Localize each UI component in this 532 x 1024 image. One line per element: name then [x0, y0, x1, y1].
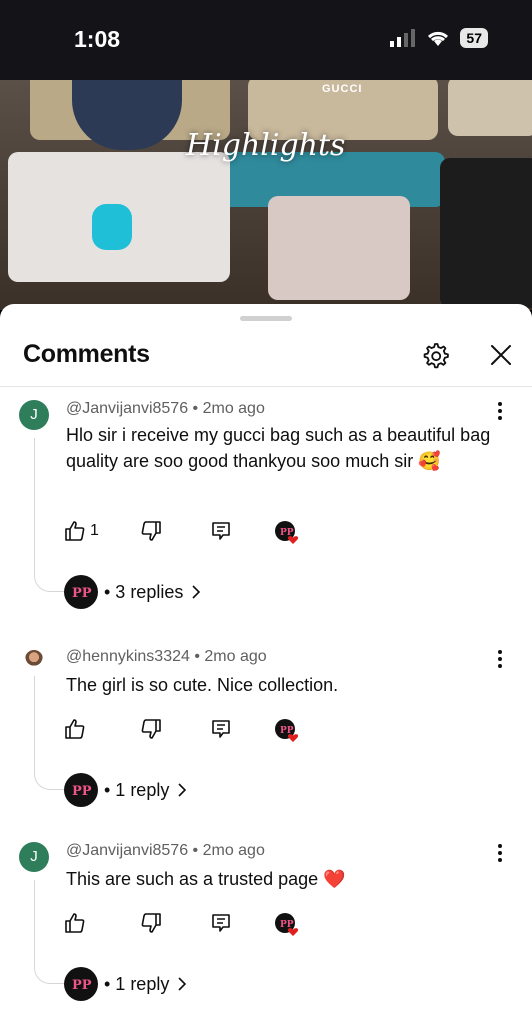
reply-icon — [212, 522, 230, 540]
thumbs-down-icon — [141, 521, 161, 541]
comment-meta[interactable]: @Janvijanvi8576 • 2mo ago — [66, 842, 265, 860]
gucci-label: GUCCI — [322, 83, 363, 95]
status-time: 1:08 — [74, 26, 121, 52]
settings-button[interactable] — [420, 340, 450, 370]
close-icon — [491, 345, 511, 365]
thread-curve — [34, 570, 64, 592]
thread-curve — [34, 962, 64, 984]
comments-sheet: Comments J @Janvijanvi8576 • 2mo ago Hlo… — [0, 304, 532, 1024]
like-button[interactable] — [64, 910, 86, 936]
reply-icon — [212, 720, 230, 738]
more-vert-icon[interactable] — [494, 844, 506, 864]
creator-heart-icon: PP — [275, 719, 299, 742]
bag-image-7 — [268, 196, 410, 300]
chevron-right-icon — [192, 585, 201, 599]
reply-button[interactable] — [210, 716, 232, 742]
reply-button[interactable] — [210, 910, 232, 936]
creator-heart-icon: PP — [275, 913, 299, 936]
creator-avatar: PP — [64, 967, 98, 1001]
status-bar: 1:08 57 — [0, 0, 532, 80]
thumbs-up-icon — [65, 521, 85, 541]
battery-indicator: 57 — [460, 28, 488, 48]
chevron-right-icon — [178, 977, 187, 991]
chevron-right-icon — [178, 783, 187, 797]
view-replies-button[interactable]: PP • 1 reply — [64, 966, 187, 1002]
reply-button[interactable] — [210, 518, 232, 544]
view-replies-button[interactable]: PP • 3 replies — [64, 574, 201, 610]
comment-text: Hlo sir i receive my gucci bag such as a… — [66, 425, 491, 471]
bag-charm — [92, 204, 132, 250]
like-count: 1 — [90, 522, 99, 539]
video-title: Highlights — [186, 128, 346, 163]
header-divider — [0, 386, 532, 387]
thumbs-up-icon — [65, 913, 85, 933]
creator-logo-icon: PP — [72, 784, 92, 799]
more-vert-icon[interactable] — [494, 650, 506, 670]
close-button[interactable] — [486, 340, 516, 370]
dislike-button[interactable] — [140, 518, 162, 544]
comment-actions: PP — [64, 716, 324, 744]
replies-count: • 3 replies — [104, 581, 184, 602]
more-vert-icon[interactable] — [494, 402, 506, 422]
avatar[interactable] — [25, 650, 43, 668]
settings-icon — [423, 343, 449, 369]
view-replies-button[interactable]: PP • 1 reply — [64, 772, 187, 808]
comment-actions: PP — [64, 910, 324, 938]
creator-logo-icon: PP — [72, 978, 92, 993]
dislike-button[interactable] — [140, 716, 162, 742]
wifi-icon — [428, 31, 449, 46]
comment-text: The girl is so cute. Nice collection. — [66, 675, 339, 695]
comment-text: This are such as a trusted page ❤️ — [66, 869, 346, 889]
creator-avatar: PP — [64, 773, 98, 807]
video-player[interactable]: GUCCI Highlights — [0, 80, 532, 310]
svg-text:PP: PP — [72, 586, 92, 601]
thread-curve — [34, 768, 64, 790]
like-button[interactable] — [64, 716, 86, 742]
comment-meta[interactable]: @Janvijanvi8576 • 2mo ago — [66, 400, 265, 418]
replies-count: • 1 reply — [104, 973, 170, 994]
comment-actions: 1 PP — [64, 518, 324, 546]
status-icons: 57 — [390, 28, 488, 48]
comment-meta[interactable]: @hennykins3324 • 2mo ago — [66, 648, 267, 666]
avatar[interactable]: J — [19, 842, 49, 872]
thread-line — [34, 676, 35, 770]
drag-handle[interactable] — [240, 316, 292, 321]
avatar[interactable]: J — [19, 400, 49, 430]
thumbs-down-icon — [141, 719, 161, 739]
svg-text:PP: PP — [72, 784, 92, 799]
creator-avatar: PP — [64, 575, 98, 609]
thumbs-down-icon — [141, 913, 161, 933]
sheet-title: Comments — [23, 340, 150, 368]
creator-logo-icon: PP — [72, 586, 92, 601]
like-button[interactable]: 1 — [64, 518, 99, 544]
dislike-button[interactable] — [140, 910, 162, 936]
svg-text:PP: PP — [72, 978, 92, 993]
bag-image-8 — [440, 158, 532, 308]
replies-count: • 1 reply — [104, 779, 170, 800]
thread-line — [34, 880, 35, 962]
reply-icon — [212, 914, 230, 932]
creator-heart-icon: PP — [275, 521, 299, 544]
signal-icon — [390, 29, 416, 47]
thread-line — [34, 438, 35, 570]
bag-image-4 — [448, 80, 532, 136]
thumbs-up-icon — [65, 719, 85, 739]
